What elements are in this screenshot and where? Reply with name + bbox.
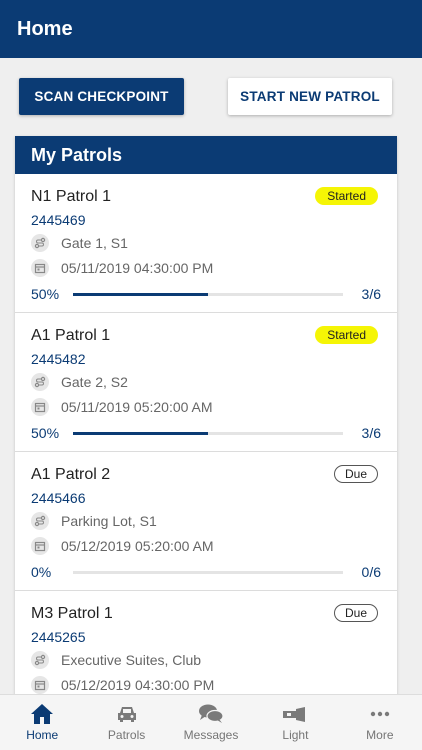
status-badge: Started (315, 187, 378, 205)
home-icon (31, 704, 54, 724)
calendar-icon (31, 398, 49, 416)
patrol-name: N1 Patrol 1 (31, 188, 112, 205)
my-patrols-panel: My Patrols N1 Patrol 1 Started 2445469 G… (15, 136, 397, 696)
progress-percent: 0% (31, 564, 52, 580)
bottom-nav: Home Patrols Messages Light More (0, 694, 422, 750)
calendar-icon (31, 259, 49, 277)
calendar-icon (31, 537, 49, 555)
patrol-card[interactable]: N1 Patrol 1 Started 2445469 Gate 1, S1 0… (15, 174, 397, 313)
progress-row: 50% 3/6 (31, 425, 381, 441)
nav-label: Light (282, 728, 309, 742)
nav-label: Patrols (107, 728, 146, 742)
location-text: Parking Lot, S1 (61, 513, 157, 529)
progress-fill (73, 431, 208, 435)
checkpoint-count: 3/6 (361, 425, 381, 441)
nav-light[interactable]: Light (253, 695, 337, 750)
route-icon (31, 512, 49, 530)
panel-header: My Patrols (15, 136, 397, 174)
progress-percent: 50% (31, 425, 60, 441)
location-text: Executive Suites, Club (61, 652, 202, 668)
calendar-icon (31, 676, 49, 694)
scan-checkpoint-button[interactable]: SCAN CHECKPOINT (19, 78, 184, 115)
chat-icon (199, 704, 224, 723)
checkpoint-count: 3/6 (361, 286, 381, 302)
patrol-location: Parking Lot, S1 (31, 512, 157, 530)
datetime-text: 05/12/2019 05:20:00 AM (61, 538, 214, 554)
app-header: Home (0, 0, 422, 58)
action-buttons: SCAN CHECKPOINT START NEW PATROL (0, 78, 422, 115)
patrol-datetime: 05/11/2019 05:20:00 AM (31, 398, 213, 416)
patrol-id: 2445265 (31, 629, 86, 645)
checkpoint-count: 0/6 (361, 564, 381, 580)
nav-label: Messages (183, 728, 239, 742)
route-icon (31, 234, 49, 252)
progress-fill (73, 292, 208, 296)
datetime-text: 05/12/2019 04:30:00 PM (61, 677, 215, 693)
start-new-patrol-button[interactable]: START NEW PATROL (228, 78, 392, 115)
progress-row: 50% 3/6 (31, 286, 381, 302)
status-badge: Due (333, 604, 378, 622)
datetime-text: 05/11/2019 04:30:00 PM (61, 260, 214, 276)
nav-home[interactable]: Home (0, 695, 84, 750)
progress-bar (73, 292, 343, 296)
nav-more[interactable]: More (338, 695, 422, 750)
more-icon (370, 711, 390, 717)
patrol-name: A1 Patrol 1 (31, 327, 111, 344)
patrol-id: 2445482 (31, 351, 86, 367)
patrol-location: Executive Suites, Club (31, 651, 201, 669)
nav-label: More (366, 728, 394, 742)
patrol-card[interactable]: A1 Patrol 1 Started 2445482 Gate 2, S2 0… (15, 313, 397, 452)
patrol-location: Gate 2, S2 (31, 373, 128, 391)
patrol-id: 2445466 (31, 490, 86, 506)
flashlight-icon (283, 707, 306, 722)
status-badge: Started (315, 326, 378, 344)
patrol-datetime: 05/12/2019 04:30:00 PM (31, 676, 214, 694)
nav-label: Home (26, 728, 59, 742)
progress-bar (73, 431, 343, 435)
patrol-name: A1 Patrol 2 (31, 466, 111, 483)
patrol-name: M3 Patrol 1 (31, 605, 113, 622)
patrol-datetime: 05/12/2019 05:20:00 AM (31, 537, 214, 555)
location-text: Gate 1, S1 (61, 235, 128, 251)
progress-row: 0% 0/6 (31, 564, 381, 580)
datetime-text: 05/11/2019 05:20:00 AM (61, 399, 213, 415)
location-text: Gate 2, S2 (61, 374, 128, 390)
route-icon (31, 651, 49, 669)
progress-bar (73, 570, 343, 574)
panel-title: My Patrols (31, 144, 123, 165)
patrol-card[interactable]: M3 Patrol 1 Due 2445265 Executive Suites… (15, 591, 397, 696)
nav-patrols[interactable]: Patrols (84, 695, 168, 750)
patrol-datetime: 05/11/2019 04:30:00 PM (31, 259, 213, 277)
patrol-id: 2445469 (31, 212, 86, 228)
progress-percent: 50% (31, 286, 60, 302)
patrol-card[interactable]: A1 Patrol 2 Due 2445466 Parking Lot, S1 … (15, 452, 397, 591)
status-badge: Due (333, 465, 378, 483)
route-icon (31, 373, 49, 391)
patrol-location: Gate 1, S1 (31, 234, 128, 252)
nav-messages[interactable]: Messages (169, 695, 253, 750)
page-title: Home (17, 17, 73, 40)
car-icon (117, 707, 136, 722)
